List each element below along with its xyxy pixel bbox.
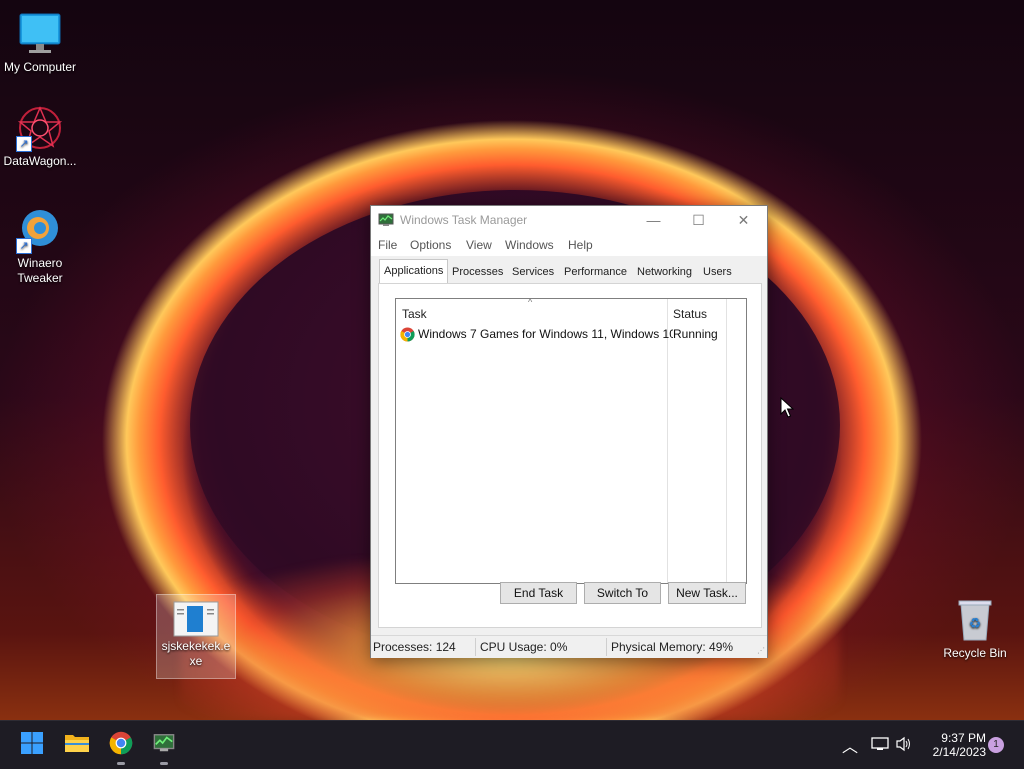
start-button[interactable] [16,729,48,761]
resize-grip-icon[interactable]: ⋰ [757,646,765,655]
notification-badge: 1 [988,737,1004,753]
end-task-button[interactable]: End Task [500,582,577,604]
desktop-icon-label: sjskekekek.exe [161,639,231,668]
applications-panel: ^ Task Status Windows 7 Games for Window… [378,283,762,628]
desktop-icon-label: Recycle Bin [943,646,1007,660]
taskbar: ︿ 9:37 PM 2/14/2023 1 [0,720,1024,769]
running-indicator [117,762,125,765]
desktop-icon-my-computer[interactable]: My Computer [0,10,80,75]
task-name: Windows 7 Games for Windows 11, Windows … [418,327,673,341]
mouse-cursor-icon [780,396,795,424]
menu-windows[interactable]: Windows [505,238,554,252]
status-memory: Physical Memory: 49% [611,640,734,654]
status-processes: Processes: 124 [373,640,456,654]
sort-ascending-icon: ^ [528,297,533,307]
tab-performance[interactable]: Performance [560,262,631,282]
file-explorer-icon [64,732,90,759]
show-hidden-icons-button[interactable]: ︿ [842,721,858,769]
menu-bar: File Options View Windows Help [371,234,767,256]
menu-options[interactable]: Options [410,238,451,252]
desktop-icon-label: Winaero Tweaker [17,256,63,285]
tab-services[interactable]: Services [508,262,558,282]
svg-text:♻: ♻ [969,616,982,632]
task-manager-icon [378,212,394,233]
menu-file[interactable]: File [378,238,397,252]
tab-networking[interactable]: Networking [633,262,696,282]
minimize-button[interactable]: — [631,206,676,234]
switch-to-button[interactable]: Switch To [584,582,661,604]
tab-processes[interactable]: Processes [448,262,507,282]
desktop-icon-exe[interactable]: sjskekekek.exe [156,594,236,679]
tab-users[interactable]: Users [699,262,736,282]
task-status: Running [673,327,718,341]
shortcut-arrow-icon: ↗ [16,238,32,254]
tab-applications[interactable]: Applications [379,259,449,284]
running-indicator [160,762,168,765]
monitor-icon [16,10,64,58]
status-divider [606,638,607,656]
column-header-status[interactable]: Status [673,307,707,321]
network-icon [871,736,889,755]
column-header-task[interactable]: Task [402,307,427,321]
status-cpu: CPU Usage: 0% [480,640,568,654]
recycle-bin-icon: ♻ [951,596,999,644]
chrome-icon [109,731,133,760]
clock-date: 2/14/2023 [932,745,986,759]
taskbar-file-explorer[interactable] [61,729,93,761]
task-manager-icon [152,732,176,759]
chrome-icon [400,326,418,342]
title-bar[interactable]: Windows Task Manager — ☐ ✕ [371,206,767,234]
start-icon [20,731,44,760]
task-list[interactable]: ^ Task Status Windows 7 Games for Window… [395,297,747,584]
table-row[interactable]: Windows 7 Games for Windows 11, Windows … [400,325,740,343]
desktop-icon-recycle-bin[interactable]: ♻ Recycle Bin [935,596,1015,661]
menu-help[interactable]: Help [568,238,593,252]
desktop-icon-label: DataWagon... [3,154,77,168]
desktop-icon-datawagon[interactable]: ↗ DataWagon... [0,104,80,169]
shortcut-arrow-icon: ↗ [16,136,32,152]
exe-file-icon [173,601,219,637]
datawagon-icon: ↗ [16,104,64,152]
speaker-icon [895,736,913,755]
window-title: Windows Task Manager [400,213,528,227]
menu-view[interactable]: View [466,238,492,252]
status-bar: Processes: 124 CPU Usage: 0% Physical Me… [371,635,767,658]
taskbar-task-manager[interactable] [148,729,180,765]
maximize-button[interactable]: ☐ [676,206,721,234]
taskbar-chrome[interactable] [105,729,137,765]
new-task-button[interactable]: New Task... [668,582,746,604]
desktop-icon-label: My Computer [3,60,77,74]
winaero-tweaker-icon: ↗ [16,206,64,254]
desktop-icon-winaero-tweaker[interactable]: ↗ Winaero Tweaker [0,206,80,286]
network-status[interactable] [871,721,889,769]
notification-center-button[interactable]: 1 [988,721,1004,769]
volume-control[interactable] [895,721,913,769]
status-divider [475,638,476,656]
task-manager-window: Windows Task Manager — ☐ ✕ File Options … [370,205,768,658]
chevron-up-icon: ︿ [842,739,859,756]
clock[interactable]: 9:37 PM 2/14/2023 [920,721,986,769]
clock-time: 9:37 PM [941,731,986,745]
close-button[interactable]: ✕ [721,206,766,234]
